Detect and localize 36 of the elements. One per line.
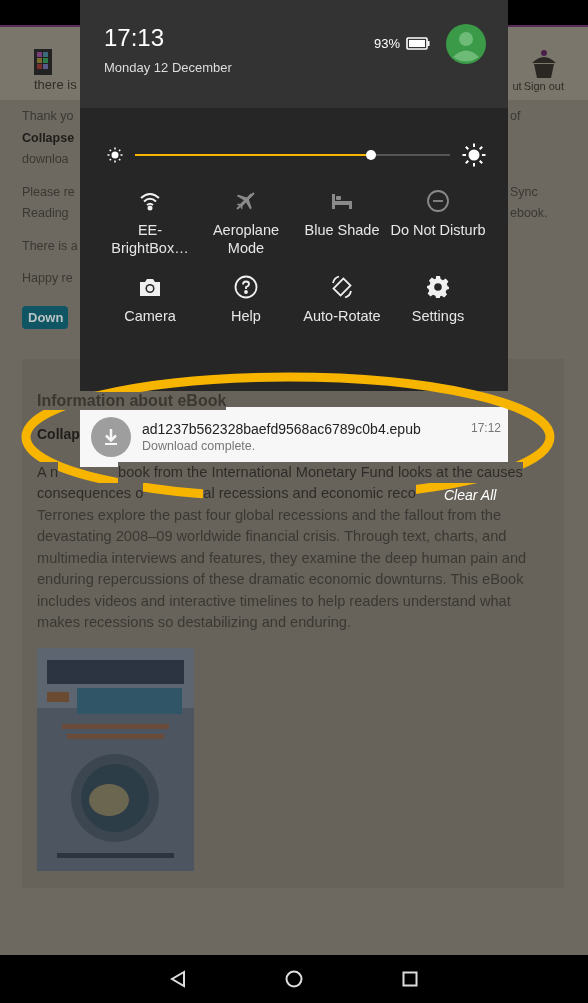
quick-toggle[interactable]: Auto-Rotate (294, 275, 390, 325)
brightness-high-icon (462, 143, 486, 167)
text-fragment: book from the International Monetary Fund looks at the causes (118, 461, 523, 483)
quick-toggle[interactable]: Aeroplane Mode (198, 189, 294, 257)
text-fragment: al recessions and economic reco (203, 483, 416, 505)
clear-all-button[interactable]: Clear All (444, 487, 497, 503)
site-title: there is (34, 77, 77, 92)
quick-toggle[interactable]: Camera (102, 275, 198, 325)
logo-icon (34, 49, 52, 75)
text-fragment: Collapse (22, 129, 75, 147)
download-icon (91, 417, 131, 457)
brightness-low-icon (107, 147, 123, 163)
avatar[interactable] (446, 24, 486, 64)
quick-toggle[interactable]: EE-BrightBox… (102, 189, 198, 257)
rotate-icon (330, 275, 354, 299)
battery-icon (406, 37, 430, 50)
recents-icon[interactable] (402, 971, 419, 987)
notification-card[interactable]: ad1237b562328baefd9568ac6789c0b4.epub Download complete. 17:12 (80, 407, 508, 467)
book-title: Collap (37, 425, 80, 442)
notification-message: Download complete. (142, 439, 257, 453)
slider-thumb[interactable] (366, 150, 377, 160)
download-button[interactable]: Down (22, 305, 69, 329)
quick-toggle[interactable]: Settings (390, 275, 486, 325)
notification-title: ad1237b562328baefd9568ac6789c0b4.epub (142, 421, 422, 437)
quick-toggle[interactable]: Help (198, 275, 294, 325)
date: Monday 12 December (104, 60, 232, 75)
home-icon[interactable] (285, 970, 303, 988)
quick-toggle[interactable]: Blue Shade (294, 189, 390, 257)
notification-time: 17:12 (470, 421, 501, 435)
minus-circle-icon (426, 189, 450, 213)
settings-icon (426, 275, 450, 299)
battery-percent: 93% (373, 36, 400, 51)
help-icon (234, 275, 258, 299)
clock: 17:13 (104, 24, 166, 52)
back-icon[interactable] (169, 970, 186, 988)
quick-toggle[interactable]: Do Not Disturb (390, 189, 486, 257)
